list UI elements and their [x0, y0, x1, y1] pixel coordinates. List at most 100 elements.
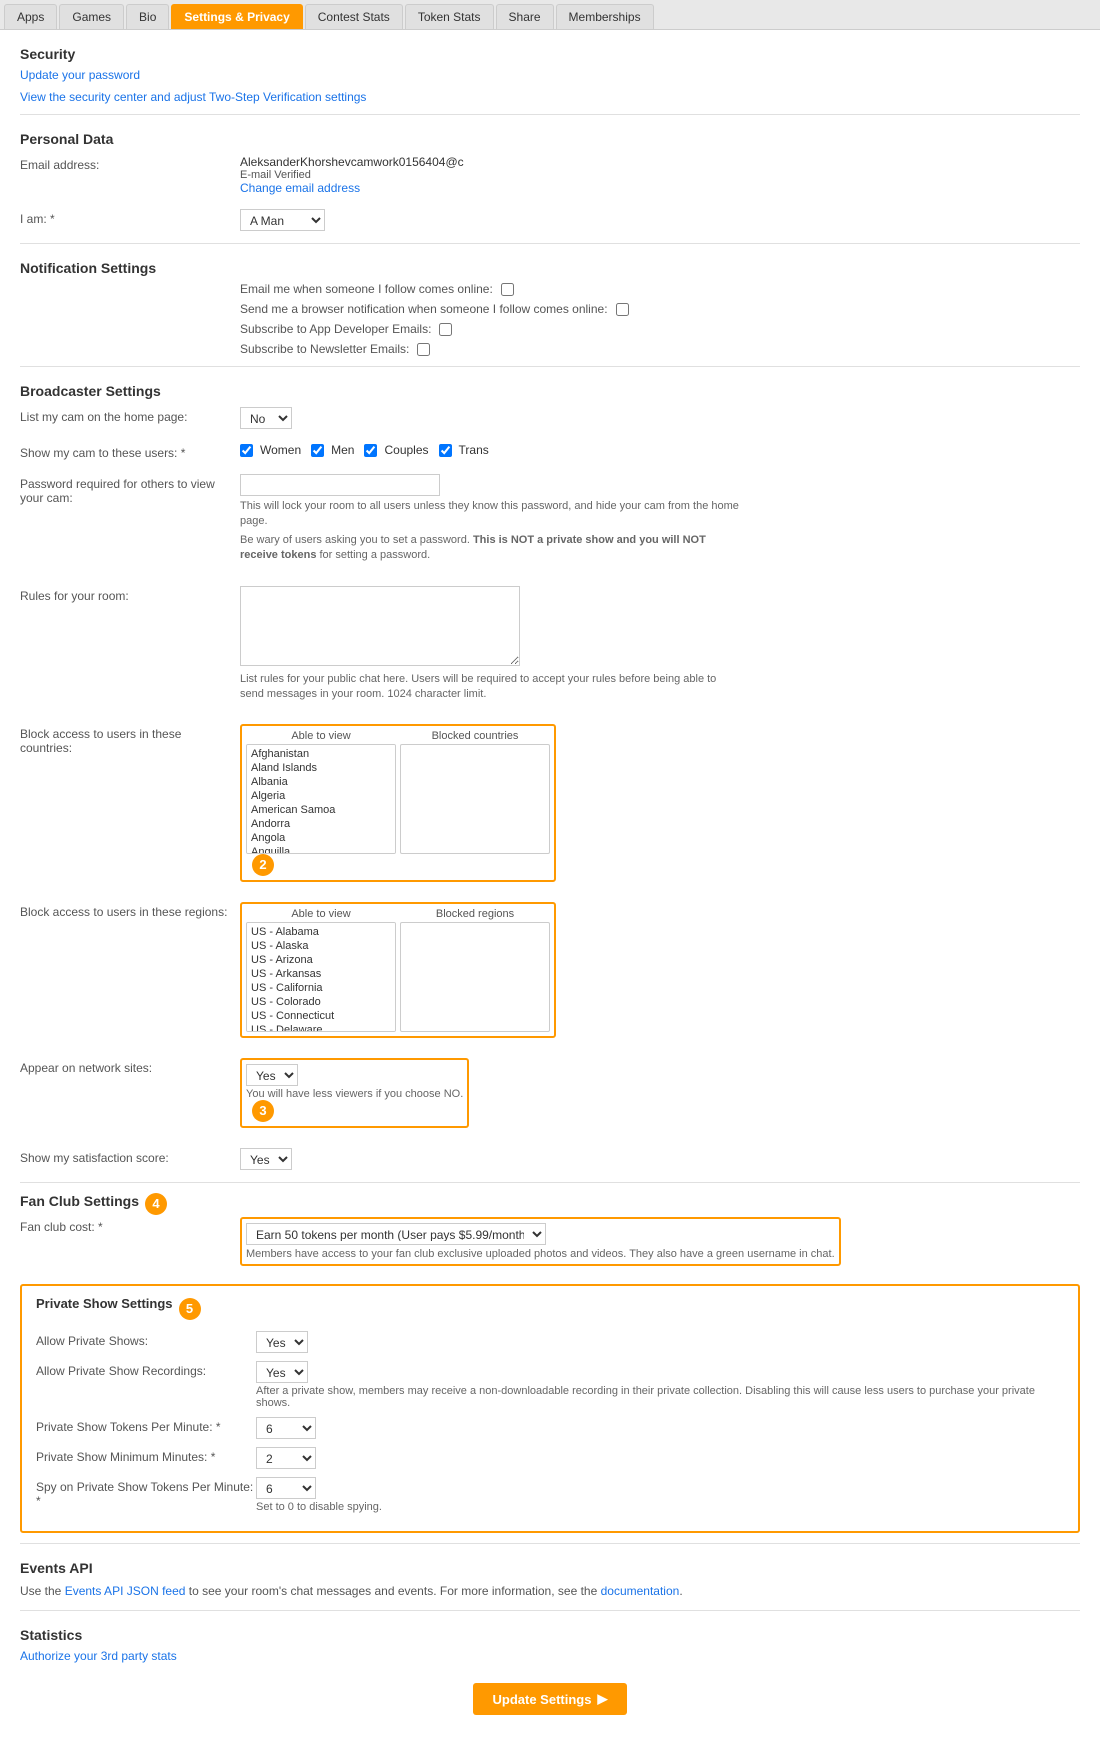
private-show-heading: Private Show Settings — [36, 1296, 173, 1311]
rules-note: List rules for your public chat here. Us… — [240, 672, 740, 703]
blocked-countries-list[interactable] — [400, 744, 550, 854]
appear-note: You will have less viewers if you choose… — [246, 1088, 463, 1100]
email-label: Email address: — [20, 155, 240, 172]
show-to-row: Show my cam to these users: * Women Men … — [20, 441, 1080, 462]
update-btn-label: Update Settings — [493, 1692, 592, 1707]
block-regions-control: Able to view US - Alabama US - Alaska US… — [240, 902, 1080, 1044]
allow-recordings-label: Allow Private Show Recordings: — [36, 1361, 256, 1378]
tab-apps[interactable]: Apps — [4, 4, 57, 29]
notif-checkbox-1[interactable] — [501, 283, 514, 296]
blocked-regions-header: Blocked regions — [400, 908, 550, 920]
i-am-control: A Man A Woman A Couple Trans — [240, 209, 1080, 231]
fanclub-orange-box: Earn 50 tokens per month (User pays $5.9… — [240, 1217, 841, 1266]
authorize-stats-link[interactable]: Authorize your 3rd party stats — [20, 1649, 177, 1663]
email-value-container: AleksanderKhorshevcamwork0156404@c E-mai… — [240, 155, 1080, 195]
update-password-link[interactable]: Update your password — [20, 68, 140, 82]
notif-label-4: Subscribe to Newsletter Emails: — [240, 342, 409, 356]
appear-select[interactable]: Yes No — [246, 1064, 298, 1086]
list-my-cam-control: No Yes — [240, 407, 1080, 429]
allow-ps-row: Allow Private Shows: Yes No — [36, 1331, 1064, 1353]
list-my-cam-select[interactable]: No Yes — [240, 407, 292, 429]
fan-club-cost-label: Fan club cost: * — [20, 1217, 240, 1234]
gender-checkboxes: Women Men Couples Trans — [240, 443, 1080, 457]
password-label: Password required for others to view you… — [20, 474, 240, 505]
email-row: Email address: AleksanderKhorshevcamwork… — [20, 153, 1080, 197]
label-trans: Trans — [459, 443, 489, 457]
able-to-view-list[interactable]: Afghanistan Aland Islands Albania Algeri… — [246, 744, 396, 854]
i-am-select[interactable]: A Man A Woman A Couple Trans — [240, 209, 325, 231]
spy-note: Set to 0 to disable spying. — [256, 1501, 1064, 1513]
change-email-link[interactable]: Change email address — [240, 181, 360, 195]
checkbox-women[interactable] — [240, 444, 253, 457]
regions-orange-box: Able to view US - Alabama US - Alaska US… — [240, 902, 556, 1038]
tab-settings-privacy[interactable]: Settings & Privacy — [171, 4, 302, 29]
checkbox-couples[interactable] — [364, 444, 377, 457]
notif-row-4: Subscribe to Newsletter Emails: — [20, 342, 1080, 356]
regions-list-container: Able to view US - Alabama US - Alaska US… — [246, 908, 550, 1032]
notif-checkbox-4[interactable] — [417, 343, 430, 356]
fan-club-cost-select[interactable]: Earn 50 tokens per month (User pays $5.9… — [246, 1223, 546, 1245]
documentation-link[interactable]: documentation — [601, 1584, 680, 1598]
blocked-regions-list[interactable] — [400, 922, 550, 1032]
security-center-link[interactable]: View the security center and adjust Two-… — [20, 90, 366, 104]
checkbox-men[interactable] — [311, 444, 324, 457]
tab-memberships[interactable]: Memberships — [556, 4, 654, 29]
notif-checkbox-2[interactable] — [616, 303, 629, 316]
gender-couples: Couples — [364, 443, 428, 457]
satisfaction-row: Show my satisfaction score: Yes No — [20, 1146, 1080, 1172]
badge-2: 2 — [252, 854, 274, 876]
tab-bio[interactable]: Bio — [126, 4, 169, 29]
password-input[interactable] — [240, 474, 440, 496]
events-api-note: Use the Events API JSON feed to see your… — [20, 1582, 1080, 1600]
spy-control: 0 6 12 18 24 30 Set to 0 to disable spyi… — [256, 1477, 1064, 1513]
able-to-view-regions-list[interactable]: US - Alabama US - Alaska US - Arizona US… — [246, 922, 396, 1032]
min-minutes-row: Private Show Minimum Minutes: * 1 2 3 4 … — [36, 1447, 1064, 1469]
block-countries-control: Able to view Afghanistan Aland Islands A… — [240, 724, 1080, 888]
label-couples: Couples — [384, 443, 428, 457]
satisfaction-label: Show my satisfaction score: — [20, 1148, 240, 1165]
list-my-cam-label: List my cam on the home page: — [20, 407, 240, 424]
block-regions-label: Block access to users in these regions: — [20, 902, 240, 919]
satisfaction-select[interactable]: Yes No — [240, 1148, 292, 1170]
tab-share[interactable]: Share — [496, 4, 554, 29]
personal-data-heading: Personal Data — [20, 131, 1080, 147]
allow-ps-select[interactable]: Yes No — [256, 1331, 308, 1353]
fan-club-note: Members have access to your fan club exc… — [246, 1248, 835, 1260]
i-am-row: I am: * A Man A Woman A Couple Trans — [20, 207, 1080, 233]
notif-checkbox-3[interactable] — [439, 323, 452, 336]
countries-orange-box: Able to view Afghanistan Aland Islands A… — [240, 724, 556, 882]
rules-control: List rules for your public chat here. Us… — [240, 586, 1080, 703]
notif-label-1: Email me when someone I follow comes onl… — [240, 282, 493, 296]
allow-ps-label: Allow Private Shows: — [36, 1331, 256, 1348]
update-settings-button[interactable]: Update Settings ▶ — [473, 1683, 628, 1715]
tokens-per-min-select[interactable]: 6 12 18 24 30 — [256, 1417, 316, 1439]
broadcaster-settings-heading: Broadcaster Settings — [20, 383, 1080, 399]
spy-select[interactable]: 0 6 12 18 24 30 — [256, 1477, 316, 1499]
appear-row: Appear on network sites: Yes No You will… — [20, 1056, 1080, 1136]
password-row: Password required for others to view you… — [20, 472, 1080, 566]
private-show-box: Private Show Settings 5 Allow Private Sh… — [20, 1284, 1080, 1533]
fan-club-heading: Fan Club Settings — [20, 1193, 139, 1209]
blocked-countries-wrapper: Blocked countries — [400, 730, 550, 854]
tab-contest-stats[interactable]: Contest Stats — [305, 4, 403, 29]
notif-label-3: Subscribe to App Developer Emails: — [240, 322, 431, 336]
events-api-heading: Events API — [20, 1560, 1080, 1576]
min-minutes-select[interactable]: 1 2 3 4 5 — [256, 1447, 316, 1469]
rules-label: Rules for your room: — [20, 586, 240, 603]
tab-games[interactable]: Games — [59, 4, 124, 29]
statistics-heading: Statistics — [20, 1627, 1080, 1643]
rules-textarea[interactable] — [240, 586, 520, 666]
fan-club-cost-row: Fan club cost: * Earn 50 tokens per mont… — [20, 1215, 1080, 1274]
tab-token-stats[interactable]: Token Stats — [405, 4, 494, 29]
blocked-regions-wrapper: Blocked regions — [400, 908, 550, 1032]
show-to-label: Show my cam to these users: * — [20, 443, 240, 460]
list-my-cam-row: List my cam on the home page: No Yes — [20, 405, 1080, 431]
notif-row-1: Email me when someone I follow comes onl… — [20, 282, 1080, 296]
rules-row: Rules for your room: List rules for your… — [20, 584, 1080, 705]
events-api-link[interactable]: Events API JSON feed — [65, 1584, 186, 1598]
allow-recordings-select[interactable]: Yes No — [256, 1361, 308, 1383]
show-to-control: Women Men Couples Trans — [240, 443, 1080, 457]
checkbox-trans[interactable] — [439, 444, 452, 457]
password-note2: Be wary of users asking you to set a pas… — [240, 533, 740, 564]
min-minutes-label: Private Show Minimum Minutes: * — [36, 1447, 256, 1464]
